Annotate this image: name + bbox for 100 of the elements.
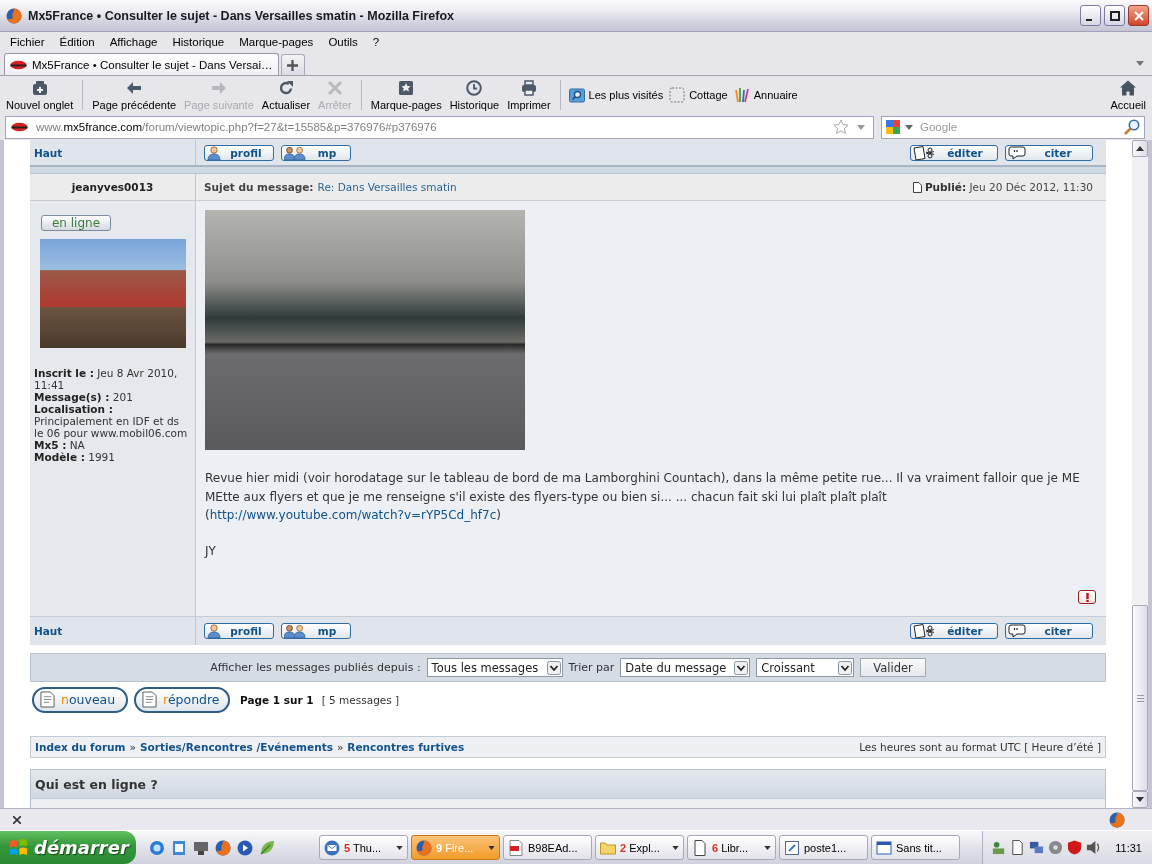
bookmark-item[interactable]: Annuaire [730, 87, 801, 103]
profile-button[interactable]: profil [204, 144, 274, 161]
cross-icon [326, 79, 343, 96]
dropdown[interactable]: Tous les messages [426, 658, 563, 677]
scroll-up-button[interactable] [1132, 140, 1148, 157]
menu-item[interactable]: Outils [328, 35, 358, 48]
close-icon[interactable] [13, 815, 21, 824]
dropdown[interactable]: Croissant [756, 658, 855, 677]
dropdown-icon[interactable] [857, 124, 865, 130]
url-text: www.mx5france.com/forum/viewtopic.php?f=27&t=15585&p=376976#p376976 [36, 121, 438, 133]
close-icon [1133, 10, 1144, 21]
panel-title: Qui est en ligne ? [31, 770, 1105, 798]
scroll-down-button[interactable] [1132, 791, 1148, 808]
bars-icon [733, 87, 750, 103]
globe-icon[interactable] [215, 839, 231, 856]
taskbar-button[interactable]: Sans tit... [871, 835, 960, 860]
taskbar-button[interactable]: 6 Libr... [687, 835, 776, 860]
start-button[interactable]: démarrer [0, 831, 136, 864]
taskbar-button[interactable]: 2 Expl... [595, 835, 684, 860]
sort-label: Trier par [568, 661, 615, 674]
reload-button[interactable]: Actualiser [257, 79, 315, 111]
submit-button[interactable]: Valider [860, 658, 926, 677]
play-icon[interactable] [237, 839, 253, 856]
ring-icon[interactable] [149, 839, 165, 856]
bookmark-item[interactable]: Les plus visités [565, 87, 667, 103]
back-button[interactable]: Page précédente [88, 79, 181, 111]
dropdown[interactable]: Date du message [620, 658, 751, 677]
page-icon[interactable] [1010, 840, 1026, 855]
profile-field: Localisation : Principalement en IDF et ds le 06 pour www.mobil06.com [34, 403, 191, 439]
leaf-icon[interactable] [259, 839, 275, 856]
close-button[interactable] [1128, 5, 1149, 26]
menu-item[interactable]: Fichier [10, 35, 45, 48]
scrollbar-thumb[interactable] [1132, 605, 1148, 791]
home-button[interactable]: Accueil [1106, 79, 1150, 111]
breadcrumb-link[interactable]: Sorties/Rencontres /Evénements [139, 741, 333, 753]
back-to-top-link[interactable]: Haut [34, 625, 63, 637]
user-icon[interactable] [991, 840, 1007, 855]
new-topic-button[interactable]: nouveau [32, 686, 128, 713]
history-button[interactable]: Historique [445, 79, 504, 111]
window-title: Mx5France • Consulter le sujet - Dans Versailles smatin - Mozilla Firefox [28, 8, 455, 23]
signature-text: JY [205, 542, 217, 560]
reply-button[interactable]: répondre [134, 686, 230, 713]
speech-bubble-icon [1008, 624, 1026, 638]
envelope-icon [324, 839, 340, 856]
breadcrumb-link[interactable]: Index du forum [35, 741, 126, 753]
frame-icon[interactable] [171, 839, 187, 856]
windows-flag-icon [9, 839, 28, 856]
menu-item[interactable]: Marque-pages [239, 35, 314, 48]
speaker-icon[interactable] [1086, 840, 1102, 855]
minimize-button[interactable] [1080, 5, 1101, 26]
overlapping-windows-icon[interactable] [1029, 840, 1045, 855]
private-message-button[interactable]: mp [281, 623, 351, 639]
print-button[interactable]: Imprimer [503, 79, 555, 111]
video-link[interactable]: http://www.youtube.com/watch?v=rYP5Cd_hf7c [209, 508, 497, 522]
dropdown-icon[interactable] [1136, 60, 1144, 66]
globe-icon [6, 7, 22, 24]
subject-link[interactable]: Re: Dans Versailles smatin [317, 181, 457, 193]
menu-item[interactable]: ? [372, 35, 380, 48]
star-icon[interactable] [833, 119, 849, 135]
plus-box-icon [31, 79, 48, 96]
search-icon[interactable] [1124, 118, 1140, 135]
search-field[interactable]: Google [881, 115, 1145, 139]
pagination-text: Page 1 sur 1 [240, 693, 314, 706]
caret-icon [396, 845, 403, 850]
private-message-button[interactable]: mp [281, 144, 351, 161]
menu-item[interactable]: Édition [59, 35, 95, 48]
folder-magnifier-icon [568, 87, 585, 103]
dropdown-icon[interactable] [905, 124, 913, 130]
globe-icon[interactable] [1109, 811, 1125, 828]
browser-tab[interactable]: Mx5France • Consulter le sujet - Dans Versai… [4, 53, 279, 75]
quote-button[interactable]: citer [1005, 623, 1093, 639]
bookmarks-button[interactable]: Marque-pages [366, 79, 446, 111]
menu-item[interactable]: Affichage [109, 35, 158, 48]
monitor-icon[interactable] [193, 839, 209, 856]
taskbar-button[interactable]: B98EAd... [503, 835, 592, 860]
back-to-top-link[interactable]: Haut [34, 146, 63, 159]
disc-icon[interactable] [1048, 840, 1064, 855]
shield-icon[interactable] [1067, 840, 1083, 855]
paper-scissors-icon [913, 624, 935, 638]
menu-item[interactable]: Historique [172, 35, 225, 48]
quote-button[interactable]: citer [1005, 144, 1093, 161]
taskbar-button[interactable]: 5 Thu... [319, 835, 408, 860]
bookmark-item[interactable]: Cottage [666, 87, 731, 103]
down-caret-icon [1136, 797, 1144, 802]
site-logo-icon [11, 122, 28, 132]
edit-button[interactable]: éditer [910, 144, 998, 161]
breadcrumb-link[interactable]: Rencontres furtives [347, 741, 465, 753]
maximize-button[interactable] [1104, 5, 1125, 26]
new-tab-button[interactable] [280, 54, 305, 75]
taskbar-button[interactable]: poste1... [779, 835, 868, 860]
address-field[interactable]: www.mx5france.com/forum/viewtopic.php?f=27&t=15585&p=376976#p376976 [5, 115, 874, 139]
report-button[interactable] [1078, 590, 1096, 604]
tiles-icon[interactable] [886, 119, 900, 134]
online-status-badge: en ligne [41, 215, 111, 231]
breadcrumb-separator: » [129, 741, 136, 753]
pdf-document-icon [508, 839, 524, 856]
edit-button[interactable]: éditer [910, 623, 998, 639]
profile-button[interactable]: profil [204, 623, 274, 639]
profile-field: Inscrit le : Jeu 8 Avr 2010, 11:41 [34, 367, 191, 391]
new-tab-button[interactable]: Nouvel onglet [2, 79, 78, 111]
